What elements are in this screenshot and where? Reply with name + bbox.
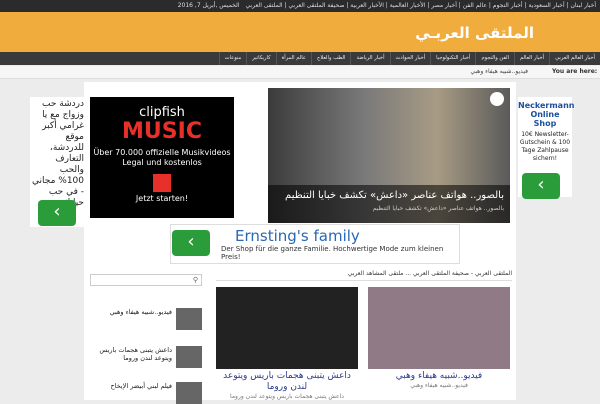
top-bar: أخبار لبنان | أخبار السعودية | أخبار الن… bbox=[0, 0, 600, 12]
clipfish-line: Über 70.000 offizielle Musikvideos Legal… bbox=[93, 148, 231, 167]
sidebar-item[interactable]: فيلم لبني أبيضر الإبخاح bbox=[90, 382, 202, 404]
ad-left-arrow-button[interactable]: ‹ bbox=[38, 200, 76, 226]
clipfish-music: MUSIC bbox=[122, 119, 202, 144]
nav-item[interactable]: منوعات bbox=[218, 52, 247, 65]
nav-item[interactable]: أخبار العالم العربي bbox=[549, 52, 600, 65]
top-links[interactable]: أخبار لبنان | أخبار السعودية | أخبار الن… bbox=[245, 2, 596, 9]
nav-item[interactable]: عالم المرأة bbox=[275, 52, 311, 65]
nav-item[interactable]: أخبار الحوادث bbox=[389, 52, 431, 65]
play-icon[interactable] bbox=[153, 174, 171, 192]
sidebar-thumb[interactable] bbox=[176, 382, 202, 404]
ernsting-title: Ernsting's family bbox=[235, 227, 360, 245]
ad-right-arrow-button[interactable]: ‹ bbox=[522, 173, 560, 199]
sidebar-item-title[interactable]: فيلم لبني أبيضر الإبخاح bbox=[90, 382, 172, 390]
news-card[interactable]: فيديو..شبيه هيفاء وهبي فيديو..شبيه هيفاء… bbox=[368, 287, 510, 400]
clipfish-ad[interactable]: clipfish MUSIC Über 70.000 offizielle Mu… bbox=[90, 97, 234, 218]
sidebar: ⚲ فيديو..شبيه هيفاء وهبي داعش يتبنى هجما… bbox=[84, 268, 208, 404]
site-header: الملتقى العربـي bbox=[0, 12, 600, 52]
news-slider[interactable]: بالصور.. هواتف عناصر «داعش» تكشف خبايا ا… bbox=[268, 88, 510, 223]
slider-title[interactable]: بالصور.. هواتف عناصر «داعش» تكشف خبايا ا… bbox=[268, 185, 510, 203]
slider-badge-icon bbox=[490, 92, 504, 106]
news-card-image[interactable] bbox=[368, 287, 510, 369]
sidebar-item[interactable]: فيديو..شبيه هيفاء وهبي bbox=[90, 308, 202, 330]
main-nav: أخبار العالم العربي أخبار العالم الفن وا… bbox=[0, 52, 600, 65]
site-logo[interactable]: الملتقى العربـي bbox=[415, 24, 534, 42]
section-title: الملتقى العربي - صحيفة الملتقى العربي ..… bbox=[216, 268, 512, 281]
breadcrumb-current[interactable]: فيديو..شبيه هيفاء وهبي bbox=[470, 66, 528, 78]
search-input[interactable]: ⚲ bbox=[90, 274, 202, 286]
nav-item[interactable]: أخبار الرياضة bbox=[350, 52, 389, 65]
news-card-title[interactable]: داعش يتبنى هجمات باريس ويتوعد لندن وروما bbox=[216, 371, 358, 393]
news-card-image[interactable] bbox=[216, 287, 358, 369]
ernsting-arrow-button[interactable]: ‹ bbox=[172, 230, 210, 256]
nav-item[interactable]: الفن والنجوم bbox=[475, 52, 514, 65]
ernsting-ad[interactable]: Ernsting's family Der Shop für die ganze… bbox=[170, 224, 460, 264]
news-card-subtitle: فيديو..شبيه هيفاء وهبي bbox=[410, 382, 468, 389]
sidebar-item-title[interactable]: داعش يتبنى هجمات باريس ويتوعد لندن وروما bbox=[90, 346, 172, 362]
nav-item[interactable]: الطب والعلاج bbox=[310, 52, 351, 65]
slider-subtitle: بالصور.. هواتف عناصر «داعش» تكشف خبايا ا… bbox=[372, 205, 504, 212]
news-card-subtitle: داعش يتبنى هجمات باريس ويتوعد لندن وروما bbox=[230, 393, 344, 400]
ernsting-subtitle: Der Shop für die ganze Familie. Hochwert… bbox=[221, 245, 444, 261]
news-card-title[interactable]: فيديو..شبيه هيفاء وهبي bbox=[368, 371, 510, 382]
nav-item[interactable]: كاريكاتير bbox=[246, 52, 275, 65]
clipfish-logo: clipfish bbox=[139, 105, 185, 120]
news-card[interactable]: داعش يتبنى هجمات باريس ويتوعد لندن وروما… bbox=[216, 287, 358, 400]
sidebar-thumb[interactable] bbox=[176, 346, 202, 368]
ad-right-text: 10€ Newsletter-Gutschein & 100 Tage Zahl… bbox=[519, 131, 571, 162]
nav-item[interactable]: أخبار التكنولوجيا bbox=[430, 52, 475, 65]
nav-item[interactable]: أخبار العالم bbox=[514, 52, 549, 65]
sidebar-item[interactable]: داعش يتبنى هجمات باريس ويتوعد لندن وروما bbox=[90, 346, 202, 368]
breadcrumb: فيديو..شبيه هيفاء وهبي You are here: bbox=[0, 66, 600, 79]
ad-left-text: دردشة حب وزواج مع يا غرامي أكبر موقع للد… bbox=[32, 99, 84, 208]
slider-caption[interactable]: بالصور.. هواتف عناصر «داعش» تكشف خبايا ا… bbox=[268, 185, 510, 223]
ad-right-brand: Neckermann Online Shop bbox=[518, 101, 575, 128]
search-icon[interactable]: ⚲ bbox=[193, 276, 198, 284]
sidebar-item-title[interactable]: فيديو..شبيه هيفاء وهبي bbox=[90, 308, 172, 316]
sidebar-thumb[interactable] bbox=[176, 308, 202, 330]
breadcrumb-label: You are here: bbox=[552, 68, 598, 75]
top-date: الخميس ,أبريل 7, 2016 bbox=[177, 2, 240, 9]
clipfish-cta[interactable]: Jetzt starten! bbox=[90, 194, 234, 203]
